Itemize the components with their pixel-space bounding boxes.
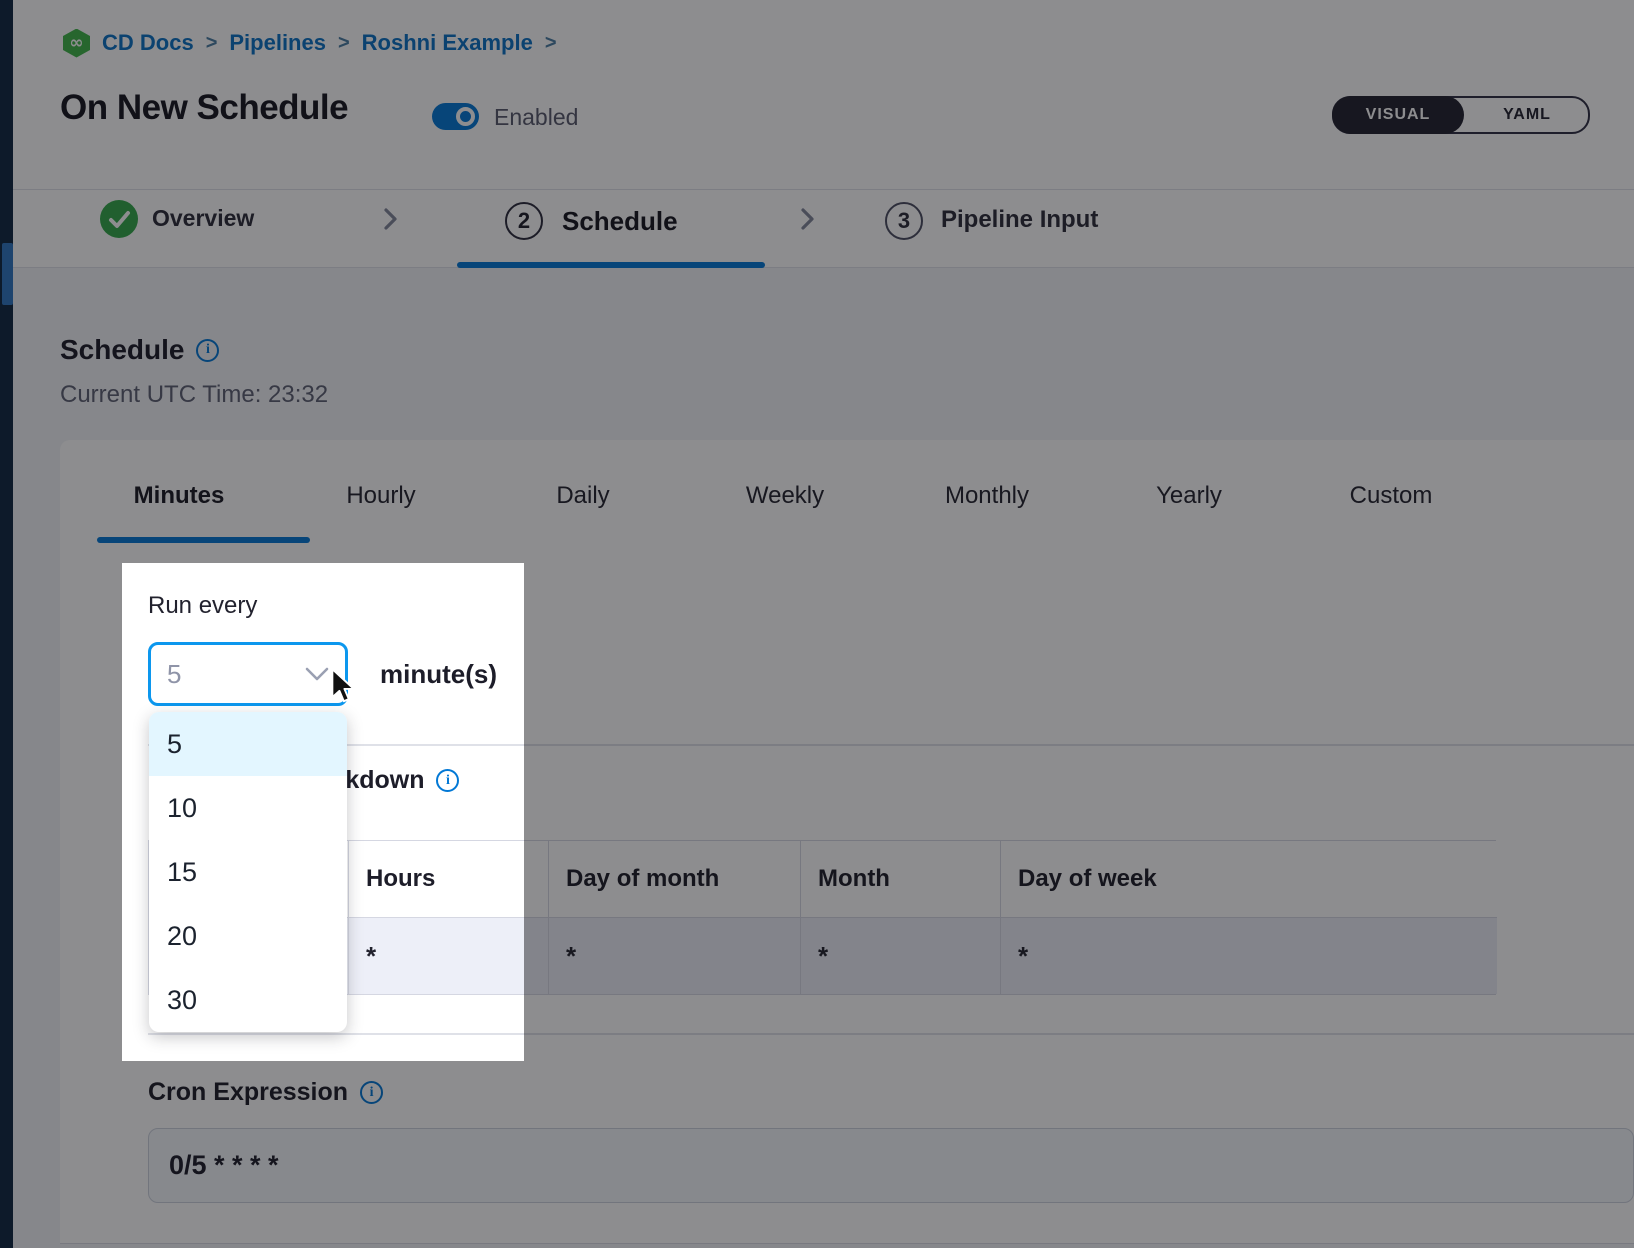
dropdown-option-5[interactable]: 5 (149, 712, 347, 776)
section-divider (148, 744, 1634, 746)
breadcrumb-link-cd-docs[interactable]: CD Docs (102, 30, 194, 56)
step-overview[interactable]: Overview (152, 205, 254, 232)
schedule-info-icon[interactable]: i (196, 339, 219, 362)
breadcrumb-separator-icon: > (338, 32, 350, 55)
cell-day-of-month-value: * (549, 918, 801, 994)
chevron-down-icon (305, 667, 329, 682)
minutes-unit-label: minute(s) (380, 659, 497, 690)
cron-info-icon[interactable]: i (360, 1081, 383, 1104)
dropdown-option-15[interactable]: 15 (149, 840, 347, 904)
cell-month-value: * (801, 918, 1001, 994)
dropdown-option-30[interactable]: 30 (149, 968, 347, 1032)
column-header-hours: Hours (349, 841, 549, 918)
step-3-badge: 3 (885, 202, 923, 240)
run-every-label: Run every (148, 592, 257, 620)
tab-daily[interactable]: Daily (482, 455, 684, 537)
breadcrumb-separator-icon: > (206, 32, 218, 55)
schedule-section-heading: Schedule i (60, 334, 219, 366)
cell-day-of-week-value: * (1001, 918, 1497, 994)
tab-minutes[interactable]: Minutes (78, 455, 280, 537)
breakdown-info-icon[interactable]: i (436, 769, 459, 792)
tab-hourly[interactable]: Hourly (280, 455, 482, 537)
step-chevron-icon (795, 204, 819, 234)
cron-expression-input[interactable]: 0/5 * * * * (148, 1128, 1634, 1203)
step-chevron-icon (378, 204, 402, 234)
tab-monthly[interactable]: Monthly (886, 455, 1088, 537)
collapsed-sidebar (0, 0, 13, 1248)
app-window: ∞ CD Docs > Pipelines > Roshni Example >… (0, 0, 1634, 1248)
cell-hours-value: * (349, 918, 549, 994)
step-2-badge: 2 (505, 202, 543, 240)
column-header-day-of-month: Day of month (549, 841, 801, 918)
cron-expression-label: Cron Expression (148, 1078, 348, 1107)
step-pipeline-input[interactable]: Pipeline Input (941, 206, 1098, 234)
dropdown-option-10[interactable]: 10 (149, 776, 347, 840)
dropdown-option-20[interactable]: 20 (149, 904, 347, 968)
column-header-day-of-week: Day of week (1001, 841, 1497, 918)
breadcrumb-link-roshni-example[interactable]: Roshni Example (362, 30, 533, 56)
breadcrumb-link-pipelines[interactable]: Pipelines (229, 30, 326, 56)
column-header-month: Month (801, 841, 1001, 918)
cron-breakdown-table: Minutes Hours Day of month Month Day of … (148, 840, 1496, 995)
schedule-heading-label: Schedule (60, 334, 184, 366)
visual-mode-button[interactable]: VISUAL (1332, 96, 1464, 134)
wizard-steps-bar (13, 189, 1634, 268)
breadcrumb-separator-icon: > (545, 32, 557, 55)
minutes-dropdown-menu: 5 10 15 20 30 (149, 712, 347, 1032)
harness-cd-logo-icon: ∞ (63, 29, 90, 58)
frequency-tabs: Minutes Hourly Daily Weekly Monthly Year… (78, 455, 1492, 537)
tab-weekly[interactable]: Weekly (684, 455, 886, 537)
current-utc-time: Current UTC Time: 23:32 (60, 381, 328, 409)
active-tab-indicator (97, 537, 310, 543)
tab-custom[interactable]: Custom (1290, 455, 1492, 537)
enabled-toggle[interactable] (432, 103, 479, 130)
sidebar-active-indicator (2, 243, 13, 305)
section-divider (148, 1033, 1634, 1035)
tab-yearly[interactable]: Yearly (1088, 455, 1290, 537)
step-complete-check-icon (100, 200, 138, 238)
minutes-select[interactable]: 5 (148, 642, 348, 706)
toggle-knob-icon (456, 107, 475, 126)
cron-expression-heading: Cron Expression i (148, 1078, 383, 1107)
minutes-select-value: 5 (167, 659, 181, 690)
visual-yaml-switch: VISUAL YAML (1332, 96, 1590, 134)
yaml-mode-button[interactable]: YAML (1466, 98, 1588, 132)
breadcrumb: ∞ CD Docs > Pipelines > Roshni Example > (63, 27, 557, 59)
enabled-label: Enabled (494, 104, 578, 131)
step-schedule[interactable]: Schedule (562, 206, 678, 237)
mouse-cursor-icon (329, 668, 356, 704)
page-title: On New Schedule (60, 88, 348, 128)
